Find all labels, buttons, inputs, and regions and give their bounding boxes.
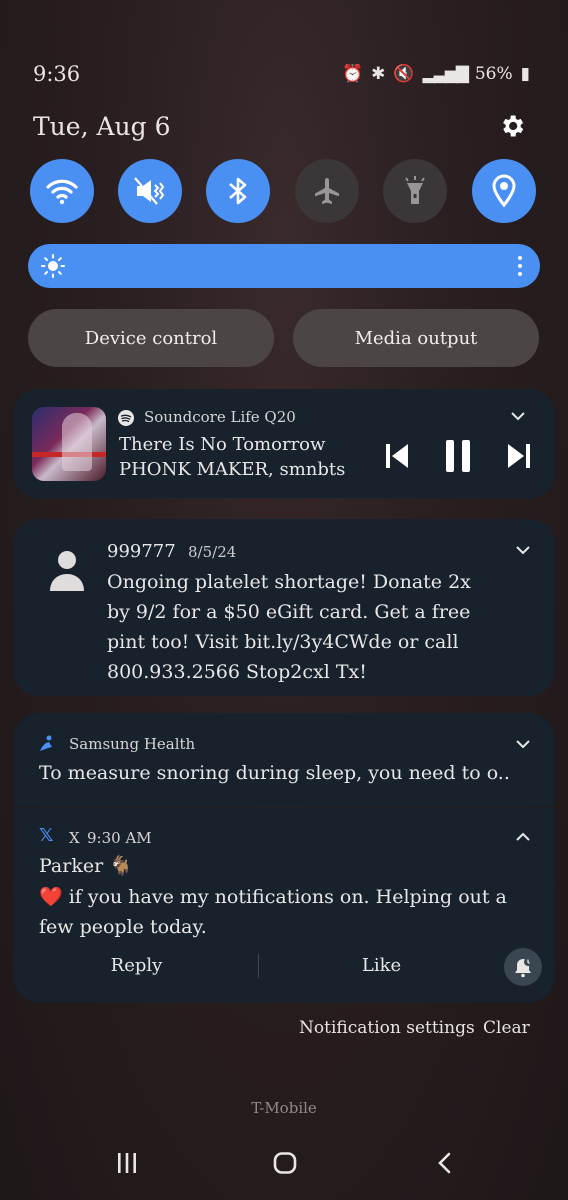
flashlight-icon [405,176,425,204]
person-icon [50,551,84,591]
sms-body: Ongoing platelet shortage! Donate 2x by … [107,567,471,687]
airplane-tile[interactable] [295,159,359,223]
sms-body-line: Ongoing platelet shortage! Donate 2x [107,571,471,593]
wifi-icon [46,179,78,205]
chevron-down-icon[interactable] [511,411,525,421]
action-divider [258,954,259,978]
x-body-line: few people today. [39,916,207,938]
reply-button[interactable]: Reply [74,955,199,976]
media-notification[interactable]: Soundcore Life Q20 There Is No Tomorrow … [14,389,554,498]
mute-icon [134,177,165,205]
battery-icon: ▮ [520,64,530,84]
x-sender: Parker 🐐 [39,855,133,877]
x-logo-icon: 𝕏 [39,825,54,846]
location-tile[interactable] [472,159,536,223]
media-app-name: Soundcore Life Q20 [144,408,296,426]
sms-body-line: by 9/2 for a $50 eGift card. Get a free [107,601,471,623]
more-options-icon[interactable] [516,255,524,277]
signal-icon: ▂▃▅▇ [422,64,469,84]
next-track-icon[interactable] [507,443,531,469]
media-output-button[interactable]: Media output [293,309,539,367]
x-body-line: ❤️ if you have my notifications on. Help… [39,886,507,908]
x-time: 9:30 AM [87,829,152,847]
date-label: Tue, Aug 6 [33,112,171,141]
sms-notification[interactable]: 999777 8/5/24 Ongoing platelet shortage!… [14,519,554,696]
recent-apps-icon[interactable] [116,1152,138,1174]
status-icons: ⏰ ✱ 🔇 ▂▃▅▇ 56% ▮ [342,64,530,84]
sound-mute-tile[interactable] [118,159,182,223]
x-notification[interactable]: 𝕏 X 9:30 AM Parker 🐐 ❤️ if you have my n… [14,808,554,1002]
mute-status-icon: 🔇 [393,64,415,84]
media-artist: PHONK MAKER, smnbts [119,459,346,480]
media-title: There Is No Tomorrow [119,434,326,455]
health-body: To measure snoring during sleep, you nee… [39,762,510,784]
bluetooth-tile[interactable] [206,159,270,223]
snooze-button[interactable] [504,948,542,986]
snooze-bell-icon [515,958,532,978]
sun-icon [41,254,65,278]
spotify-icon [118,410,134,426]
flashlight-tile[interactable] [383,159,447,223]
gear-icon[interactable] [498,112,526,140]
pause-icon[interactable] [444,439,472,473]
bluetooth-icon [229,177,247,205]
samsung-health-icon [40,735,52,751]
previous-track-icon[interactable] [385,443,409,469]
sms-date: 8/5/24 [188,543,237,561]
home-icon[interactable] [273,1152,297,1174]
location-icon [492,174,516,208]
device-control-button[interactable]: Device control [28,309,274,367]
airplane-icon [315,178,339,204]
sms-body-line: 800.933.2566 Stop2cxl Tx! [107,661,367,683]
x-body: ❤️ if you have my notifications on. Help… [39,882,507,942]
status-time: 9:36 [33,62,81,86]
battery-level: 56% [474,64,513,84]
chevron-down-icon[interactable] [516,739,530,749]
samsung-health-notification[interactable]: Samsung Health To measure snoring during… [14,713,554,807]
bluetooth-status-icon: ✱ [371,64,386,84]
carrier-label: T-Mobile [251,1099,317,1117]
clear-button[interactable]: Clear [483,1018,530,1038]
chevron-up-icon[interactable] [516,832,530,842]
avatar [38,539,96,597]
health-app-name: Samsung Health [69,735,196,753]
brightness-slider[interactable] [28,244,540,288]
alarm-icon: ⏰ [341,64,364,84]
album-art [32,407,106,481]
chevron-down-icon[interactable] [516,545,530,555]
x-app-name: X [69,829,80,847]
like-button[interactable]: Like [319,955,444,976]
sms-sender: 999777 [107,541,176,562]
back-icon[interactable] [435,1152,453,1174]
sms-body-line: pint too! Visit bit.ly/3y4CWde or call [107,631,459,653]
wifi-tile[interactable] [30,159,94,223]
notification-settings-link[interactable]: Notification settings [299,1018,475,1038]
